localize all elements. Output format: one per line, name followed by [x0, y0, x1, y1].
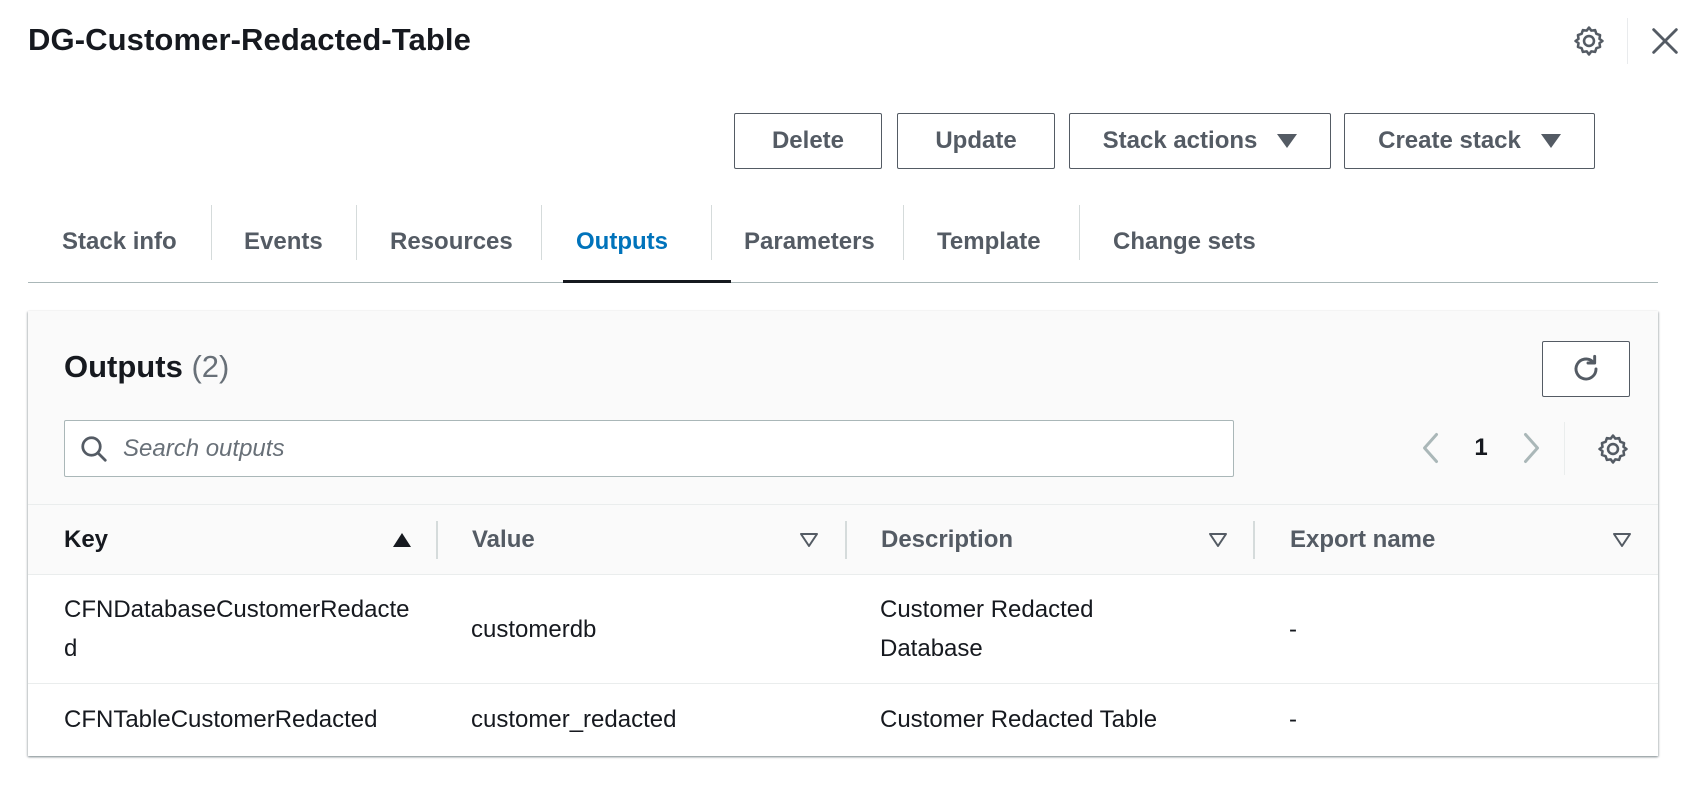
column-header-export-name[interactable]: Export name: [1290, 505, 1435, 575]
update-button-label: Update: [935, 127, 1017, 154]
delete-button[interactable]: Delete: [734, 113, 882, 169]
cell-key-text: CFNDatabaseCustomerRedacted: [64, 596, 410, 662]
cell-description-text: Customer Redacted Table: [880, 706, 1158, 733]
pager-divider: [1564, 422, 1565, 475]
cell-key-text: CFNTableCustomerRedacted: [64, 706, 378, 733]
tab-divider: [903, 205, 904, 260]
header-divider: [1627, 18, 1628, 64]
cell-export-name-text: -: [1289, 616, 1297, 643]
column-resizer[interactable]: [845, 521, 847, 559]
tab-stack-info[interactable]: Stack info: [62, 200, 177, 283]
tab-resources[interactable]: Resources: [390, 200, 513, 283]
cell-export-name: -: [1289, 700, 1389, 739]
create-stack-label: Create stack: [1378, 127, 1521, 154]
cell-key: CFNDatabaseCustomerRedacted: [64, 590, 414, 668]
outputs-panel: Outputs (2) 1 Key: [28, 311, 1658, 756]
column-header-description[interactable]: Description: [881, 505, 1013, 575]
caret-down-icon: [1277, 134, 1298, 148]
cell-description-text: Customer Redacted Database: [880, 596, 1094, 662]
close-icon[interactable]: [1648, 24, 1682, 58]
table-row: CFNTableCustomerRedacted customer_redact…: [28, 684, 1658, 756]
cell-value-text: customer_redacted: [471, 706, 677, 733]
outputs-title-text: Outputs: [64, 349, 183, 384]
tab-parameters[interactable]: Parameters: [744, 200, 875, 283]
chevron-right-icon[interactable]: [1512, 430, 1548, 466]
tab-divider: [1079, 205, 1080, 260]
stack-actions-button[interactable]: Stack actions: [1069, 113, 1331, 169]
tab-template[interactable]: Template: [937, 200, 1041, 283]
stack-actions-label: Stack actions: [1102, 127, 1258, 154]
tab-bar: Stack info Events Resources Outputs Para…: [28, 200, 1658, 283]
active-tab-indicator: [563, 280, 731, 283]
cell-key: CFNTableCustomerRedacted: [64, 700, 414, 739]
table-row: CFNDatabaseCustomerRedacted customerdb C…: [28, 575, 1658, 684]
tab-outputs[interactable]: Outputs: [576, 200, 668, 283]
delete-button-label: Delete: [771, 127, 845, 154]
cell-description: Customer Redacted Database: [880, 590, 1140, 668]
caret-down-icon: [1540, 134, 1561, 148]
search-icon: [81, 435, 107, 462]
sort-ascending-icon[interactable]: [392, 531, 412, 549]
cell-export-name: -: [1289, 610, 1389, 649]
column-header-key[interactable]: Key: [64, 505, 108, 575]
column-header-value[interactable]: Value: [472, 505, 535, 575]
table-header: Key Value Description Export name: [28, 505, 1658, 575]
tab-divider: [711, 205, 712, 260]
column-resizer[interactable]: [436, 521, 438, 559]
tab-events[interactable]: Events: [244, 200, 323, 283]
cell-export-name-text: -: [1289, 706, 1297, 733]
sort-icon[interactable]: [799, 531, 819, 549]
page-title: DG-Customer-Redacted-Table: [28, 22, 471, 57]
search-input[interactable]: [123, 434, 1203, 463]
cell-description: Customer Redacted Table: [880, 700, 1240, 739]
cell-value-text: customerdb: [471, 616, 597, 643]
chevron-left-icon[interactable]: [1414, 430, 1450, 466]
cell-value: customer_redacted: [471, 700, 831, 739]
cell-value: customerdb: [471, 610, 831, 649]
search-box: [64, 420, 1234, 477]
sort-icon[interactable]: [1612, 531, 1632, 549]
tab-divider: [356, 205, 357, 260]
tab-divider: [541, 205, 542, 260]
column-resizer[interactable]: [1253, 521, 1255, 559]
create-stack-button[interactable]: Create stack: [1344, 113, 1595, 169]
gear-icon[interactable]: [1572, 24, 1606, 58]
outputs-title: Outputs (2): [64, 349, 229, 385]
refresh-button[interactable]: [1542, 341, 1630, 397]
outputs-count: (2): [191, 349, 230, 384]
outputs-panel-header: Outputs (2) 1: [28, 311, 1658, 505]
refresh-icon: [1574, 354, 1598, 381]
tab-divider: [211, 205, 212, 260]
update-button[interactable]: Update: [897, 113, 1055, 169]
gear-icon[interactable]: [1596, 432, 1630, 466]
page-number[interactable]: 1: [1466, 431, 1496, 465]
sort-icon[interactable]: [1208, 531, 1228, 549]
tab-change-sets[interactable]: Change sets: [1113, 200, 1256, 283]
